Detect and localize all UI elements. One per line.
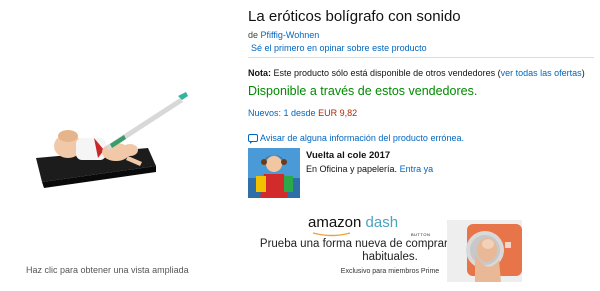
new-offers-link[interactable]: Nuevos: 1 desde — [248, 108, 316, 118]
promo-title: Vuelta al cole 2017 — [306, 150, 391, 161]
image-panel: Haz clic para obtener una vista ampliada — [0, 0, 240, 291]
promo-cta-link[interactable]: Entra ya — [400, 164, 434, 174]
feedback-icon — [248, 134, 258, 144]
promo-category: En Oficina y papelería. — [306, 164, 398, 174]
logo-button-word: BUTTON — [411, 232, 431, 237]
report-issue-link[interactable]: Avisar de alguna información del product… — [260, 133, 464, 143]
first-review-link[interactable]: Sé el primero en opinar sobre este produ… — [251, 43, 427, 53]
availability-note: Nota: Este producto sólo está disponible… — [248, 68, 585, 78]
zoom-hint[interactable]: Haz clic para obtener una vista ampliada — [26, 265, 189, 275]
brand-prefix: de — [248, 30, 261, 40]
logo-amazon: amazon — [308, 214, 362, 231]
new-offers[interactable]: Nuevos: 1 desde EUR 9,82 — [248, 108, 357, 118]
availability-status: Disponible a través de estos vendedores. — [248, 84, 478, 98]
note-end: ) — [581, 68, 585, 78]
dash-button-image[interactable] — [447, 220, 522, 282]
promo-subline: En Oficina y papelería. Entra ya — [306, 164, 433, 174]
all-offers-link[interactable]: ver todas las ofertas — [501, 68, 582, 78]
brand-line: de Pfiffig-Wohnen — [248, 30, 319, 40]
amazon-dash-logo: amazon dash — [308, 214, 398, 231]
note-label: Nota: — [248, 68, 271, 78]
report-issue[interactable]: Avisar de alguna información del product… — [248, 133, 464, 144]
amazon-smile-icon — [312, 232, 351, 237]
back-to-school-image[interactable] — [248, 148, 300, 198]
divider — [248, 57, 594, 58]
logo-dash: dash — [365, 214, 399, 231]
brand-link[interactable]: Pfiffig-Wohnen — [261, 30, 320, 40]
product-title: La eróticos bolígrafo con sonido — [248, 8, 461, 25]
note-text: Este producto sólo está disponible de ot… — [271, 68, 501, 78]
product-image[interactable] — [28, 88, 198, 188]
new-offers-price: EUR 9,82 — [318, 108, 358, 118]
